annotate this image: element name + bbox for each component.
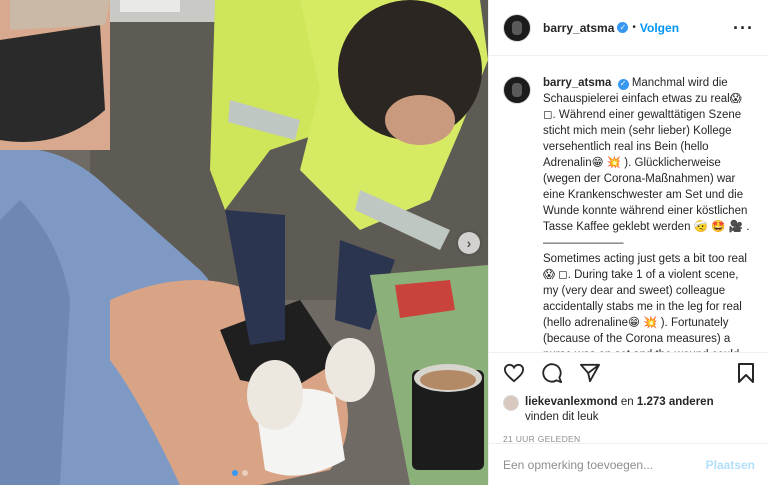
likes-summary: liekevanlexmond en 1.273 anderen vinden … — [503, 395, 755, 425]
likes-connector: en — [620, 396, 634, 408]
photo-illustration — [0, 0, 488, 485]
heart-icon[interactable] — [503, 363, 525, 383]
caption-author-avatar[interactable] — [503, 76, 531, 104]
post-photo[interactable]: › — [0, 0, 488, 485]
liker-avatar[interactable] — [503, 395, 519, 411]
next-photo-button[interactable]: › — [458, 232, 480, 254]
follow-button[interactable]: Volgen — [640, 21, 679, 35]
comment-input[interactable] — [503, 457, 706, 472]
caption-paragraph-en: Sometimes acting just gets a bit too rea… — [543, 251, 755, 352]
chevron-right-icon: › — [466, 235, 472, 251]
header-separator: • — [632, 22, 636, 33]
verified-badge-icon: ✓ — [617, 78, 629, 90]
caption-text: barry_atsma ✓ Manchmal wird die Schauspi… — [543, 75, 755, 352]
instagram-post: › barry_atsma ✓ • Volgen ··· barry_atsma… — [0, 0, 768, 485]
comments-section[interactable]: barry_atsma ✓ Manchmal wird die Schauspi… — [489, 57, 768, 352]
post-header: barry_atsma ✓ • Volgen ··· — [489, 0, 768, 56]
carousel-dot-active — [232, 470, 238, 476]
comment-icon[interactable] — [541, 362, 563, 384]
caption-body-de: Manchmal wird die Schauspielerei einfach… — [543, 77, 750, 249]
more-options-icon[interactable]: ··· — [733, 19, 754, 37]
add-comment-bar: Plaatsen — [489, 443, 768, 485]
share-icon[interactable] — [579, 363, 601, 383]
carousel-indicator — [232, 470, 248, 476]
post-comment-button[interactable]: Plaatsen — [706, 458, 755, 472]
caption-username[interactable]: barry_atsma — [543, 77, 611, 89]
carousel-dot — [242, 470, 248, 476]
caption-comment: barry_atsma ✓ Manchmal wird die Schauspi… — [503, 75, 755, 352]
post-actions: liekevanlexmond en 1.273 anderen vinden … — [489, 352, 768, 444]
likes-text: liekevanlexmond en 1.273 anderen vinden … — [525, 395, 714, 425]
author-username[interactable]: barry_atsma — [543, 21, 614, 35]
bookmark-icon[interactable] — [737, 362, 755, 384]
post-sidebar: barry_atsma ✓ • Volgen ··· barry_atsma ✓… — [488, 0, 768, 485]
other-likers-link[interactable]: 1.273 anderen — [637, 396, 714, 408]
caption-paragraph-de: barry_atsma ✓ Manchmal wird die Schauspi… — [543, 75, 755, 251]
author-avatar[interactable] — [503, 13, 531, 42]
likes-suffix: vinden dit leuk — [525, 411, 599, 423]
caption-body-en: Sometimes acting just gets a bit too rea… — [543, 253, 747, 352]
action-icons — [503, 361, 755, 385]
verified-badge-icon: ✓ — [617, 22, 629, 33]
first-liker-link[interactable]: liekevanlexmond — [525, 396, 618, 408]
